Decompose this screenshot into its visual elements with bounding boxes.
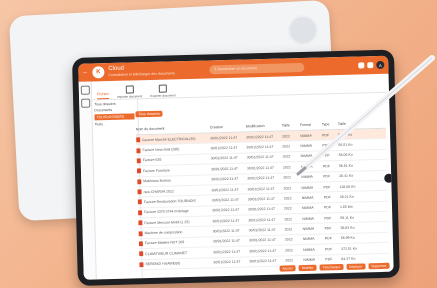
stylus-pen — [296, 55, 435, 176]
